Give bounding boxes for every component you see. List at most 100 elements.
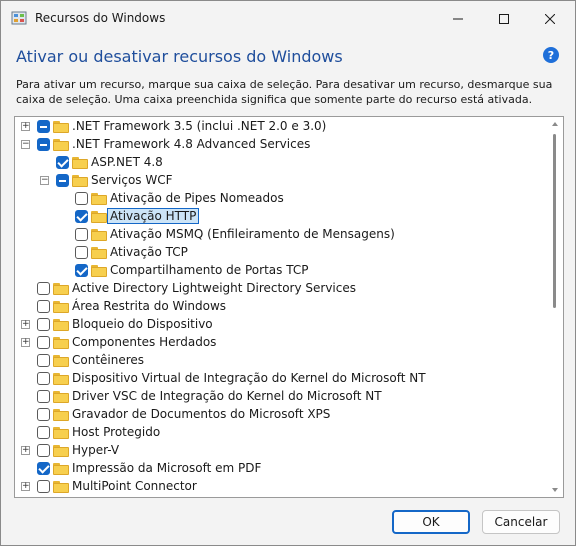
folder-icon [91,265,107,277]
feature-checkbox[interactable] [75,228,88,241]
tree-item[interactable]: Driver VSC de Integração do Kernel do Mi… [15,388,545,406]
close-button[interactable] [527,1,573,37]
tree-item-label[interactable]: Componentes Herdados [72,335,216,349]
tree-item[interactable]: Ativação HTTP [15,208,545,226]
tree-item-label[interactable]: Dispositivo Virtual de Integração do Ker… [72,371,426,385]
feature-checkbox[interactable] [37,426,50,439]
collapse-icon[interactable]: − [21,140,30,149]
cancel-button[interactable]: Cancelar [482,510,560,534]
tree-item-label[interactable]: Ativação HTTP [106,208,200,224]
close-icon [545,14,555,24]
dialog-window: Recursos do Windows Ativar ou desativar … [0,0,576,546]
folder-icon [53,427,69,439]
feature-checkbox[interactable] [75,246,88,259]
tree-item[interactable]: Ativação TCP [15,244,545,262]
tree-item[interactable]: Dispositivo Virtual de Integração do Ker… [15,370,545,388]
expand-icon[interactable]: + [21,122,30,131]
feature-checkbox[interactable] [37,480,50,493]
feature-checkbox[interactable] [37,336,50,349]
tree-item[interactable]: Ativação de Pipes Nomeados [15,190,545,208]
tree-item-label[interactable]: Hyper-V [72,443,119,457]
tree-item-label[interactable]: .NET Framework 4.8 Advanced Services [72,137,310,151]
tree-item-label[interactable]: Ativação TCP [110,245,188,259]
feature-checkbox[interactable] [37,138,50,151]
tree-item-label[interactable]: Área Restrita do Windows [72,299,226,313]
tree-item-label[interactable]: Compartilhamento de Portas TCP [110,263,308,277]
feature-checkbox[interactable] [75,192,88,205]
ok-button[interactable]: OK [392,510,470,534]
tree-item-label[interactable]: Ativação MSMQ (Enfileiramento de Mensage… [110,227,395,241]
folder-icon [72,175,88,187]
tree-item[interactable]: + Componentes Herdados [15,334,545,352]
feature-checkbox[interactable] [37,120,50,133]
minimize-button[interactable] [435,1,481,37]
tree-item-label[interactable]: .NET Framework 3.5 (inclui .NET 2.0 e 3.… [72,119,326,133]
folder-icon [53,121,69,133]
help-icon[interactable]: ? [543,47,559,63]
tree-item[interactable]: Host Protegido [15,424,545,442]
tree-item[interactable]: Active Directory Lightweight Directory S… [15,280,545,298]
expand-icon[interactable]: + [21,446,30,455]
tree-item[interactable]: − Serviços WCF [15,172,545,190]
title-bar[interactable]: Recursos do Windows [1,1,575,37]
feature-checkbox[interactable] [37,408,50,421]
tree-item-label[interactable]: Driver VSC de Integração do Kernel do Mi… [72,389,382,403]
feature-checkbox[interactable] [75,264,88,277]
folder-icon [53,373,69,385]
page-title: Ativar ou desativar recursos do Windows [16,47,343,66]
feature-checkbox[interactable] [37,354,50,367]
feature-checkbox[interactable] [37,300,50,313]
scroll-up-arrow-icon[interactable] [552,122,558,126]
maximize-icon [499,14,509,24]
feature-checkbox[interactable] [56,174,69,187]
feature-checkbox[interactable] [56,156,69,169]
folder-icon [53,355,69,367]
tree-item-label[interactable]: Serviços WCF [91,173,173,187]
tree-item[interactable]: Impressão da Microsoft em PDF [15,460,545,478]
tree-item-label[interactable]: ASP.NET 4.8 [91,155,163,169]
feature-checkbox[interactable] [37,372,50,385]
tree-item-label[interactable]: Host Protegido [72,425,160,439]
tree-item-label[interactable]: Gravador de Documentos do Microsoft XPS [72,407,330,421]
folder-icon [53,139,69,151]
feature-checkbox[interactable] [37,282,50,295]
tree-item-label[interactable]: Impressão da Microsoft em PDF [72,461,261,475]
feature-tree[interactable]: + .NET Framework 3.5 (inclui .NET 2.0 e 3… [14,116,564,498]
vertical-scrollbar[interactable] [550,120,560,494]
tree-item[interactable]: + MultiPoint Connector [15,478,545,496]
folder-icon [53,301,69,313]
folder-icon [53,337,69,349]
feature-checkbox[interactable] [37,318,50,331]
tree-item[interactable]: + Bloqueio do Dispositivo [15,316,545,334]
tree-item[interactable]: Compartilhamento de Portas TCP [15,262,545,280]
tree-item[interactable]: Gravador de Documentos do Microsoft XPS [15,406,545,424]
expand-icon[interactable]: + [21,482,30,491]
tree-item[interactable]: Ativação MSMQ (Enfileiramento de Mensage… [15,226,545,244]
tree-item-label[interactable]: MultiPoint Connector [72,479,197,493]
tree-item[interactable]: + .NET Framework 3.5 (inclui .NET 2.0 e 3… [15,118,545,136]
feature-checkbox[interactable] [75,210,88,223]
tree-item[interactable]: Área Restrita do Windows [15,298,545,316]
feature-checkbox[interactable] [37,462,50,475]
tree-item-label[interactable]: Active Directory Lightweight Directory S… [72,281,356,295]
folder-icon [91,229,107,241]
folder-icon [53,481,69,493]
maximize-button[interactable] [481,1,527,37]
collapse-icon[interactable]: − [40,176,49,185]
windows-features-icon [11,11,27,25]
scroll-thumb[interactable] [553,134,556,308]
tree-item-label[interactable]: Ativação de Pipes Nomeados [110,191,284,205]
expand-icon[interactable]: + [21,320,30,329]
tree-item[interactable]: − .NET Framework 4.8 Advanced Services [15,136,545,154]
tree-item[interactable]: ASP.NET 4.8 [15,154,545,172]
tree-item-label[interactable]: Bloqueio do Dispositivo [72,317,213,331]
feature-checkbox[interactable] [37,390,50,403]
feature-checkbox[interactable] [37,444,50,457]
tree-item[interactable]: Contêineres [15,352,545,370]
scroll-down-arrow-icon[interactable] [552,488,558,492]
minimize-icon [453,18,463,20]
tree-item[interactable]: + Hyper-V [15,442,545,460]
expand-icon[interactable]: + [21,338,30,347]
tree-item-label[interactable]: Contêineres [72,353,144,367]
folder-icon [91,211,107,223]
